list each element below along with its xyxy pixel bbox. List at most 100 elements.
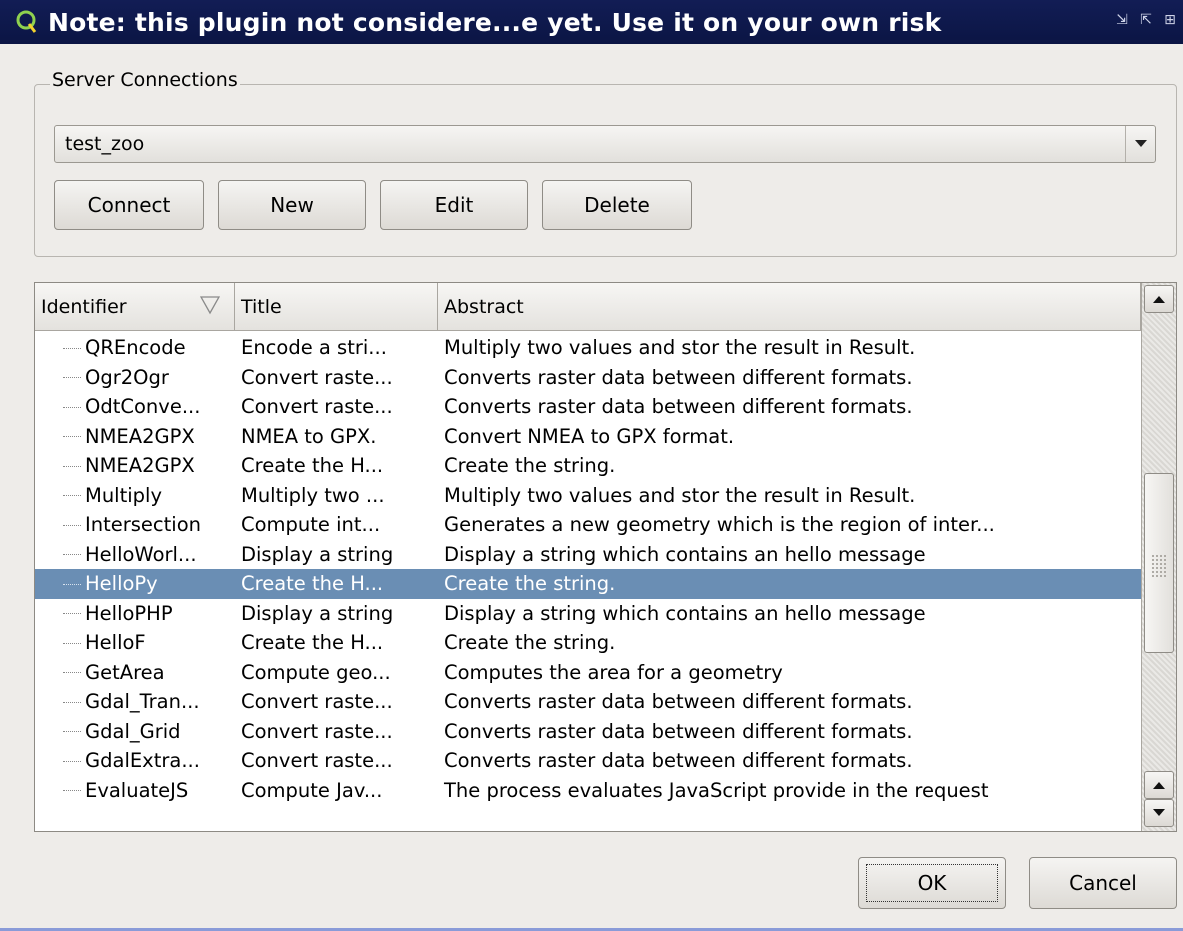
process-tree-view[interactable]: Identifier Title Abstract QREncode Encod… — [34, 282, 1177, 832]
row-title: Encode a stri... — [241, 336, 387, 360]
grip-icon — [1151, 554, 1167, 578]
row-abstract: Multiply two values and stor the result … — [444, 483, 916, 507]
qgis-icon — [14, 7, 40, 37]
row-identifier: OdtConve... — [85, 395, 201, 419]
row-identifier: Ogr2Ogr — [85, 365, 169, 389]
table-row[interactable]: HelloPHP Display a string Display a stri… — [35, 599, 1141, 629]
chevron-up-icon — [1153, 296, 1165, 303]
header-title-label: Title — [241, 296, 282, 318]
ok-focus-ring: OK — [866, 864, 998, 902]
shade-icon[interactable]: ⊞ — [1161, 12, 1179, 28]
header-identifier-label: Identifier — [41, 296, 127, 318]
scroll-up-button-lower[interactable] — [1144, 771, 1174, 799]
header-identifier[interactable]: Identifier — [35, 283, 235, 331]
cancel-button[interactable]: Cancel — [1029, 857, 1177, 909]
row-title: Convert raste... — [241, 690, 393, 714]
row-identifier: Intersection — [85, 513, 202, 537]
row-abstract: Converts raster data between different f… — [444, 719, 913, 743]
scroll-up-button[interactable] — [1144, 285, 1174, 313]
row-title: Create the H... — [241, 631, 384, 655]
row-title: Convert raste... — [241, 365, 393, 389]
window-titlebar[interactable]: Note: this plugin not considere...e yet.… — [0, 0, 1183, 44]
row-title: Convert raste... — [241, 749, 393, 773]
row-title: NMEA to GPX. — [241, 424, 377, 448]
tree-branch-icon — [63, 731, 81, 733]
table-rows: QREncode Encode a stri... Multiply two v… — [35, 333, 1141, 805]
server-connections-legend: Server Connections — [50, 69, 240, 91]
connection-combobox-value: test_zoo — [65, 133, 145, 155]
row-title: Convert raste... — [241, 719, 393, 743]
tree-branch-icon — [63, 347, 81, 349]
table-row[interactable]: GdalExtra... Convert raste... Converts r… — [35, 746, 1141, 776]
row-title: Create the H... — [241, 572, 384, 596]
table-row[interactable]: Gdal_Grid Convert raste... Converts rast… — [35, 717, 1141, 747]
tree-branch-icon — [63, 406, 81, 408]
table-row[interactable]: EvaluateJS Compute Jav... The process ev… — [35, 776, 1141, 806]
table-row[interactable]: OdtConve... Convert raste... Converts ra… — [35, 392, 1141, 422]
chevron-up-icon — [1153, 782, 1165, 789]
row-abstract: Create the string. — [444, 631, 616, 655]
row-abstract: Display a string which contains an hello… — [444, 601, 926, 625]
table-row[interactable]: Gdal_Tran... Convert raste... Converts r… — [35, 687, 1141, 717]
tree-branch-icon — [63, 760, 81, 762]
row-identifier: NMEA2GPX — [85, 424, 195, 448]
edit-button[interactable]: Edit — [380, 180, 528, 230]
header-abstract[interactable]: Abstract — [438, 283, 1141, 331]
row-abstract: Generates a new geometry which is the re… — [444, 513, 995, 537]
row-identifier: HelloWorl... — [85, 542, 197, 566]
tree-branch-icon — [63, 642, 81, 644]
table-row[interactable]: NMEA2GPX NMEA to GPX. Convert NMEA to GP… — [35, 422, 1141, 452]
new-button[interactable]: New — [218, 180, 366, 230]
header-title[interactable]: Title — [235, 283, 438, 331]
ok-button-label: OK — [917, 871, 947, 895]
table-header: Identifier Title Abstract — [35, 283, 1141, 331]
new-button-label: New — [270, 193, 314, 217]
vertical-scrollbar[interactable] — [1141, 283, 1176, 831]
scroll-down-button[interactable] — [1144, 799, 1174, 827]
chevron-down-icon[interactable] — [1125, 126, 1155, 162]
row-identifier: NMEA2GPX — [85, 454, 195, 478]
server-connections-group — [34, 84, 1177, 257]
edit-button-label: Edit — [434, 193, 474, 217]
tree-branch-icon — [63, 436, 81, 438]
row-abstract: Converts raster data between different f… — [444, 365, 913, 389]
row-abstract: Multiply two values and stor the result … — [444, 336, 916, 360]
tree-branch-icon — [63, 377, 81, 379]
connect-button[interactable]: Connect — [54, 180, 204, 230]
table-row[interactable]: HelloF Create the H... Create the string… — [35, 628, 1141, 658]
row-identifier: HelloPHP — [85, 601, 173, 625]
table-row[interactable]: QREncode Encode a stri... Multiply two v… — [35, 333, 1141, 363]
table-row[interactable]: HelloWorl... Display a string Display a … — [35, 540, 1141, 570]
cancel-button-label: Cancel — [1069, 871, 1137, 895]
row-identifier: Multiply — [85, 483, 163, 507]
row-abstract: Create the string. — [444, 454, 616, 478]
table-row[interactable]: Ogr2Ogr Convert raste... Converts raster… — [35, 363, 1141, 393]
tree-branch-icon — [63, 672, 81, 674]
maximize-icon[interactable]: ⇱ — [1137, 12, 1155, 28]
row-title: Compute geo... — [241, 660, 391, 684]
row-abstract: Display a string which contains an hello… — [444, 542, 926, 566]
ok-button[interactable]: OK — [858, 857, 1006, 909]
row-identifier: QREncode — [85, 336, 186, 360]
connection-combobox[interactable]: test_zoo — [54, 125, 1156, 163]
row-title: Create the H... — [241, 454, 384, 478]
row-abstract: The process evaluates JavaScript provide… — [444, 778, 989, 802]
row-identifier: Gdal_Grid — [85, 719, 181, 743]
table-row-selected[interactable]: HelloPy Create the H... Create the strin… — [35, 569, 1141, 599]
tree-branch-icon — [63, 465, 81, 467]
delete-button[interactable]: Delete — [542, 180, 692, 230]
row-identifier: EvaluateJS — [85, 778, 189, 802]
tree-branch-icon — [63, 554, 81, 556]
row-title: Convert raste... — [241, 395, 393, 419]
table-row[interactable]: Intersection Compute int... Generates a … — [35, 510, 1141, 540]
row-abstract: Converts raster data between different f… — [444, 690, 913, 714]
table-row[interactable]: Multiply Multiply two ... Multiply two v… — [35, 481, 1141, 511]
minimize-icon[interactable]: ⇲ — [1113, 12, 1131, 28]
row-title: Compute int... — [241, 513, 381, 537]
table-row[interactable]: NMEA2GPX Create the H... Create the stri… — [35, 451, 1141, 481]
scrollbar-thumb[interactable] — [1144, 473, 1174, 653]
row-abstract: Computes the area for a geometry — [444, 660, 783, 684]
tree-branch-icon — [63, 790, 81, 792]
table-row[interactable]: GetArea Compute geo... Computes the area… — [35, 658, 1141, 688]
chevron-down-icon — [1153, 809, 1165, 816]
